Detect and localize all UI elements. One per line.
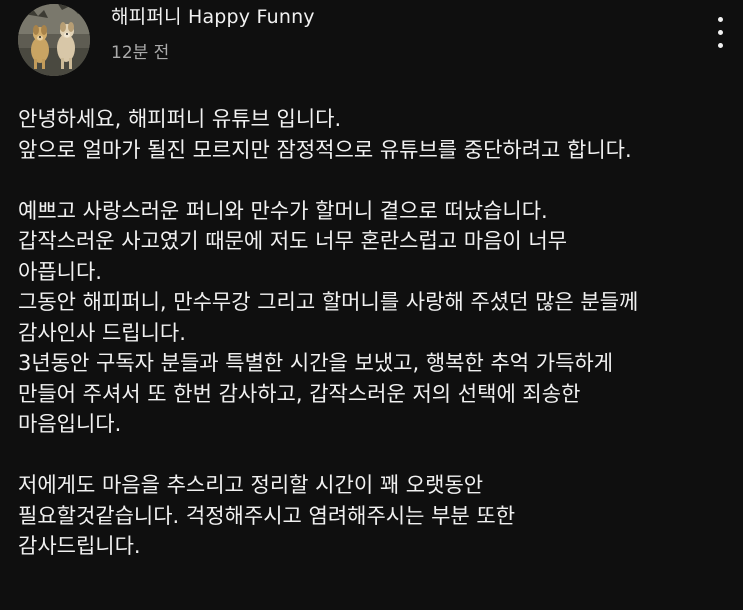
post-body: 안녕하세요, 해피퍼니 유튜브 입니다. 앞으로 얼마가 될진 모르지만 잠정적…	[18, 104, 733, 562]
dogs-photo-icon	[18, 4, 90, 76]
post-line: 그동안 해피퍼니, 만수무강 그리고 할머니를 사랑해 주셨던 많은 분들께	[18, 290, 639, 314]
channel-name[interactable]: 해피퍼니 Happy Funny	[111, 6, 315, 28]
post-line: 앞으로 얼마가 될진 모르지만 잠정적으로 유튜브를 중단하려고 합니다.	[18, 137, 632, 162]
more-vertical-icon-dot	[718, 30, 723, 35]
more-vertical-icon	[718, 17, 723, 22]
post-line: 만들어 주셔서 또 한번 감사하고, 갑작스러운 저의 선택에 죄송한	[18, 381, 581, 406]
more-vertical-icon-dot	[718, 43, 723, 48]
post-line: 3년동안 구독자 분들과 특별한 시간을 보냈고, 행복한 추억 가득하게	[18, 351, 614, 375]
post-line-blank	[18, 165, 733, 196]
post-line-blank	[18, 440, 733, 471]
post-line: 필요할것같습니다. 걱정해주시고 염려해주시는 부분 또한	[18, 503, 516, 528]
post-line: 감사인사 드립니다.	[18, 320, 186, 345]
post-line: 감사드립니다.	[18, 534, 141, 558]
more-options-button[interactable]	[708, 14, 734, 54]
post-line: 갑작스러운 사고였기 때문에 저도 너무 혼란스럽고 마음이 너무	[18, 229, 568, 253]
post-line: 저에게도 마음을 추스리고 정리할 시간이 꽤 오랫동안	[18, 473, 484, 497]
channel-avatar[interactable]	[18, 4, 90, 76]
post-line: 마음입니다.	[18, 412, 122, 436]
post-line: 안녕하세요, 해피퍼니 유튜브 입니다.	[18, 107, 342, 131]
post-line: 예쁘고 사랑스러운 퍼니와 만수가 할머니 곁으로 떠났습니다.	[18, 198, 548, 223]
post-timestamp: 12분 전	[111, 43, 170, 63]
post-header: 해피퍼니 Happy Funny 12분 전	[0, 0, 743, 90]
post-line: 아픕니다.	[18, 259, 102, 284]
